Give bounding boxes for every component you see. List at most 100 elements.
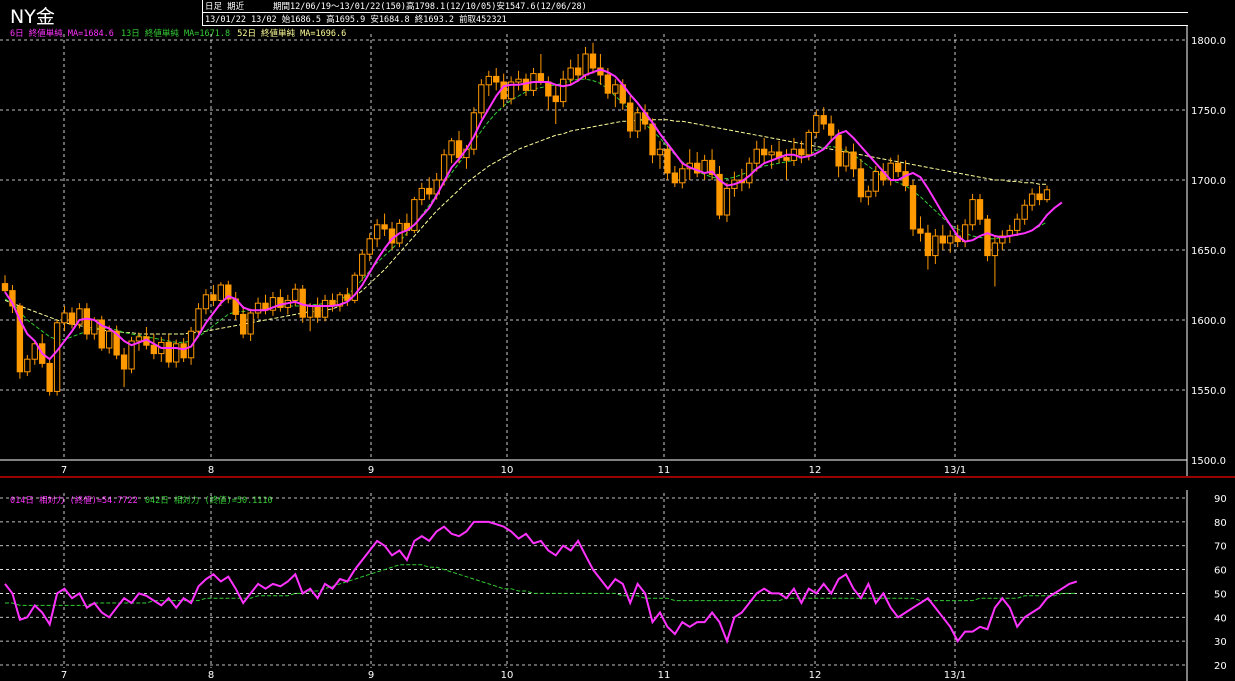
candle-body-down (1, 283, 9, 292)
rsi-ytick-label: 70 (1214, 542, 1227, 553)
price-xtick-label: 8 (208, 465, 214, 476)
candle-body-down (917, 228, 924, 234)
rsi-ytick-label: 90 (1214, 494, 1227, 505)
candle-body-down (381, 224, 388, 230)
price-xtick-label: 13/1 (944, 465, 966, 476)
candle-body-up (485, 75, 492, 86)
candle-body-down (180, 343, 187, 359)
candle-body-up (24, 358, 31, 373)
candle-body-down (426, 187, 433, 195)
rsi-ytick-label: 20 (1214, 661, 1227, 672)
rsi-xtick-label: 12 (809, 670, 822, 681)
candle-body-down (760, 148, 768, 156)
candle-body-down (314, 305, 321, 318)
chart-canvas: 1800.0 1750.0 1700.0 1650.0 1600.0 1550.0 1500… (0, 25, 1235, 681)
candle-body-up (701, 159, 708, 174)
candle-body-up (567, 67, 574, 80)
candle-body-up (478, 84, 485, 114)
rsi-xtick-label: 13/1 (944, 670, 966, 681)
candle-body-down (150, 344, 158, 355)
rsi-xtick-label: 8 (208, 670, 214, 681)
candle-body-up (969, 199, 976, 226)
rsi42-line (5, 564, 1077, 606)
candle-body-up (872, 171, 879, 192)
price-ytick-label: 1650.0 (1191, 246, 1226, 257)
candle-body-up (1021, 204, 1028, 220)
price-ytick-label: 1750.0 (1191, 106, 1226, 117)
candle-body-up (247, 312, 254, 335)
candle-body-up (753, 148, 760, 164)
candle-body-up (448, 140, 455, 156)
candle-body-down (783, 157, 790, 161)
candle-body-down (552, 95, 559, 103)
candle-body-down (210, 294, 217, 301)
candle-body-down (68, 312, 76, 325)
candle-body-down (664, 148, 671, 174)
chart-window: NY金 日足 期近 期間12/06/19～13/01/22(150)高1798.… (0, 0, 1235, 681)
candle-body-down (1036, 193, 1043, 201)
candle-body-up (53, 322, 61, 392)
candle-body-down (239, 313, 247, 335)
candle-body-up (582, 53, 589, 76)
candle-body-down (500, 81, 507, 100)
candle-body-up (947, 235, 954, 244)
candle-body-down (827, 123, 835, 136)
ma13-line (4, 78, 1048, 343)
price-ytick-label: 1700.0 (1191, 176, 1226, 187)
price-ytick-label: 1550.0 (1191, 386, 1226, 397)
candle-body-up (991, 242, 999, 257)
candle-body-down (984, 218, 991, 257)
candle-body-up (173, 343, 180, 363)
ma6-line (4, 68, 1063, 361)
candle-body-down (574, 67, 582, 76)
rsi-xtick-label: 11 (658, 670, 671, 681)
candle-body-up (1014, 218, 1021, 231)
ma52-line (4, 119, 1047, 335)
candle-body-down (120, 354, 128, 370)
candle-body-up (560, 78, 567, 103)
price-xtick-label: 12 (809, 465, 822, 476)
candle-body-up (306, 305, 314, 318)
candle-body-up (195, 308, 202, 332)
candle-body-up (1043, 189, 1051, 201)
candle-body-down (493, 75, 500, 83)
candle-body-up (813, 115, 820, 133)
candle-body-down (604, 74, 612, 94)
candle-body-up (515, 78, 522, 83)
candle-body-up (418, 187, 425, 201)
candle-body-up (292, 288, 299, 301)
candle-body-up (656, 148, 664, 156)
candle-body-up (932, 235, 939, 257)
candle-body-up (865, 190, 872, 198)
candle-body-down (522, 78, 530, 91)
candle-body-up (217, 284, 225, 301)
price-ytick-label: 1600.0 (1191, 316, 1226, 327)
candle-body-down (820, 115, 827, 125)
rsi14-line (4, 520, 1078, 645)
candle-body-up (805, 131, 813, 156)
candle-body-down (902, 171, 909, 187)
candle-body-down (857, 168, 865, 198)
price-xtick-label: 7 (61, 465, 67, 476)
rsi-ytick-label: 80 (1214, 518, 1227, 529)
candle-body-down (850, 151, 857, 170)
candle-body-up (61, 312, 68, 324)
candle-body-up (1028, 193, 1036, 206)
candle-body-up (359, 253, 366, 276)
candle-body-down (909, 185, 917, 230)
candle-body-down (537, 73, 545, 83)
rsi-xtick-label: 7 (61, 670, 67, 681)
candle-body-up (634, 112, 641, 132)
candle-body-up (366, 238, 373, 255)
candle-body-down (589, 53, 597, 69)
candle-body-up (373, 224, 381, 240)
candle-body-down (924, 232, 932, 257)
price-ytick-label: 1500.0 (1191, 456, 1226, 467)
candle-body-down (976, 199, 984, 220)
rsi-ytick-label: 30 (1214, 637, 1227, 648)
rsi-ytick-label: 50 (1214, 589, 1227, 600)
candle-body-up (254, 302, 262, 314)
price-xtick-label: 9 (368, 465, 374, 476)
candle-body-up (612, 84, 619, 94)
price-xtick-label: 10 (501, 465, 514, 476)
